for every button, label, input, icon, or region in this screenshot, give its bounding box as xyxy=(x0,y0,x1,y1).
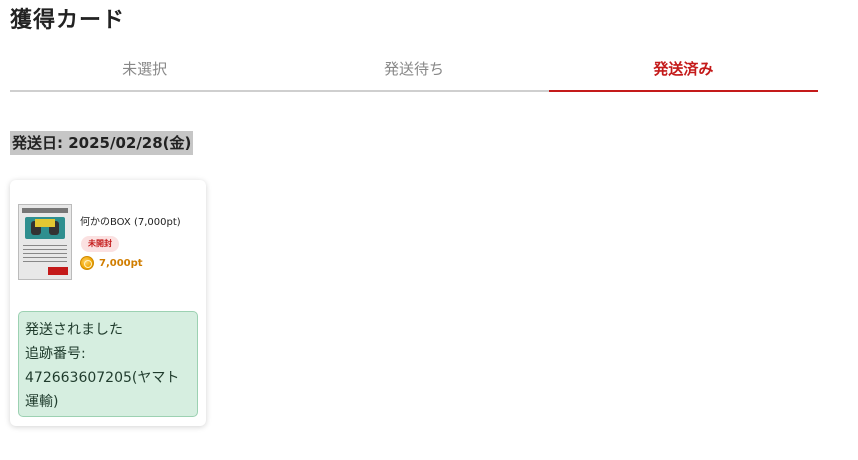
tab-bar: 未選択 発送待ち 発送済み xyxy=(10,50,819,92)
page-title: 獲得カード xyxy=(10,8,126,33)
status-badge: 未開封 xyxy=(81,236,119,252)
card-points: 7,000pt xyxy=(99,257,143,269)
shipping-notice: 発送されました 追跡番号: 472663607205(ヤマト運輸) xyxy=(18,311,198,417)
coin-icon xyxy=(80,256,94,270)
notice-shipped-text: 発送されました xyxy=(25,322,123,338)
tab-shipped[interactable]: 発送済み xyxy=(548,50,819,92)
ship-date-heading: 発送日: 2025/02/28(金) xyxy=(10,131,194,155)
notice-tracking-label: 追跡番号: xyxy=(25,346,86,362)
notice-tracking-number: 472663607205(ヤマト運輸) xyxy=(25,370,180,410)
card-item-name: 何かのBOX (7,000pt) xyxy=(80,217,181,228)
obtained-card[interactable]: 何かのBOX (7,000pt) 未開封 7,000pt 発送されました 追跡番… xyxy=(10,180,206,426)
card-thumbnail xyxy=(18,204,72,280)
points-row: 7,000pt xyxy=(80,256,143,270)
tab-awaiting-shipment[interactable]: 発送待ち xyxy=(279,50,548,90)
tab-unselected[interactable]: 未選択 xyxy=(10,50,279,90)
